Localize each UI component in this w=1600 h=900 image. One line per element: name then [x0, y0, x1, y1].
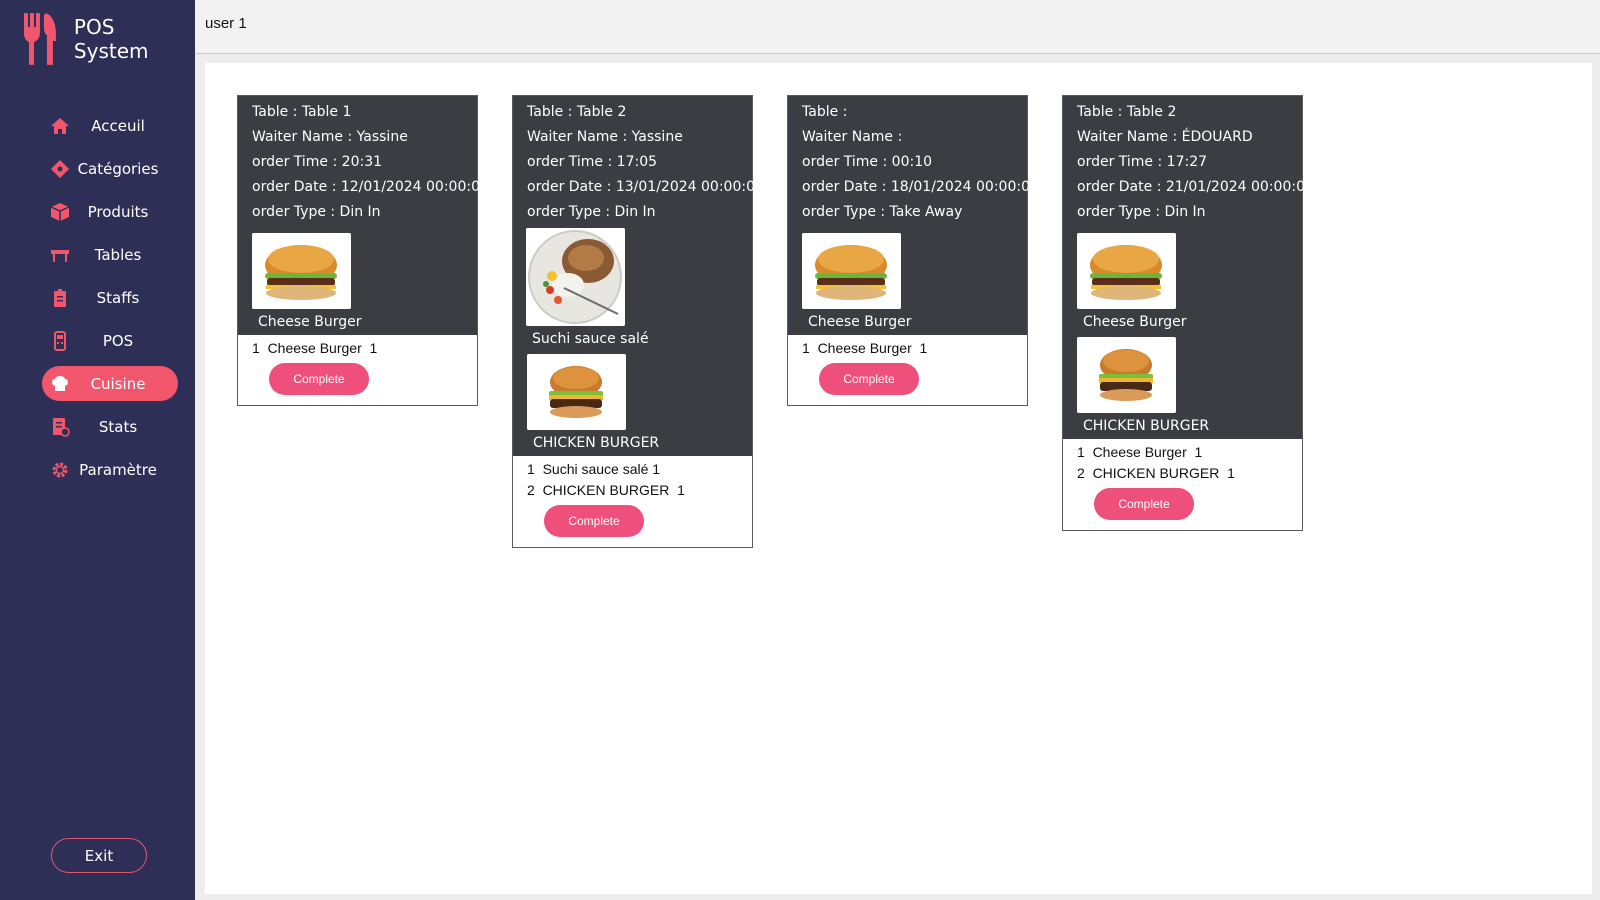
order-waiter: Waiter Name : ÉDOUARD — [1077, 129, 1253, 145]
sidebar-item-staffs[interactable]: Staffs — [42, 280, 178, 315]
report-icon — [53, 418, 70, 437]
order-dish: Cheese Burger — [1077, 228, 1302, 335]
dish-name: Cheese Burger — [1083, 314, 1187, 330]
suchi-plate-image — [526, 228, 625, 326]
order-time: order Time : 20:31 — [252, 154, 383, 170]
order-dish: CHICKEN BURGER — [1077, 335, 1302, 439]
dish-name: Suchi sauce salé — [532, 331, 649, 347]
badge-icon — [54, 289, 66, 307]
order-card: Table : Waiter Name : order Time : 00:10… — [787, 95, 1039, 406]
order-waiter: Waiter Name : Yassine — [527, 129, 683, 145]
order-card-header: Table : Waiter Name : order Time : 00:10… — [788, 96, 1039, 335]
home-icon — [51, 118, 69, 134]
fork-knife-logo-icon — [23, 13, 56, 65]
top-bar: user 1 — [195, 0, 1600, 54]
sidebar-item-cuisine[interactable]: Cuisine — [42, 366, 178, 401]
order-table: Table : — [802, 104, 848, 120]
order-dish: Cheese Burger — [802, 228, 1027, 335]
complete-button[interactable]: Complete — [269, 363, 369, 395]
complete-button[interactable]: Complete — [544, 505, 644, 537]
box-icon — [50, 203, 70, 221]
dish-name: CHICKEN BURGER — [533, 435, 660, 451]
tag-icon — [51, 160, 69, 178]
order-type: order Type : Din In — [1077, 204, 1206, 220]
order-dish: Suchi sauce salé — [526, 228, 752, 352]
order-card-header: Table : Table 2 Waiter Name : Yassine or… — [513, 96, 764, 456]
complete-button[interactable]: Complete — [819, 363, 919, 395]
chicken-burger-image — [527, 354, 626, 430]
order-time: order Time : 17:05 — [527, 154, 658, 170]
order-card-header: Table : Table 2 Waiter Name : ÉDOUARD or… — [1063, 96, 1314, 439]
current-user-label: user 1 — [205, 15, 247, 32]
order-item-line: 1 Cheese Burger 1 — [802, 340, 928, 356]
dish-name: Cheese Burger — [808, 314, 912, 330]
order-items: 1 Cheese Burger 1 Complete — [788, 335, 1027, 405]
cheese-burger-image — [252, 233, 351, 309]
order-dish: CHICKEN BURGER — [527, 352, 752, 456]
order-item-line: 1 Suchi sauce salé 1 — [527, 461, 661, 477]
order-item-line: 1 Cheese Burger 1 — [252, 340, 378, 356]
kitchen-orders-panel: Table : Table 1 Waiter Name : Yassine or… — [205, 63, 1592, 894]
order-waiter: Waiter Name : Yassine — [252, 129, 408, 145]
chef-hat-icon — [52, 376, 68, 391]
order-card: Table : Table 1 Waiter Name : Yassine or… — [237, 95, 489, 406]
order-item-line: 2 CHICKEN BURGER 1 — [527, 482, 685, 498]
order-items: 1 Suchi sauce salé 1 2 CHICKEN BURGER 1 … — [513, 456, 752, 547]
sidebar-item-stats[interactable]: Stats — [42, 409, 178, 444]
sidebar-item-produits[interactable]: Produits — [42, 194, 178, 229]
order-table: Table : Table 2 — [527, 104, 627, 120]
order-items: 1 Cheese Burger 1 Complete — [238, 335, 477, 405]
table-icon — [51, 250, 69, 262]
order-type: order Type : Din In — [252, 204, 381, 220]
cheese-burger-image — [1077, 233, 1176, 309]
order-items: 1 Cheese Burger 1 2 CHICKEN BURGER 1 Com… — [1063, 439, 1302, 530]
order-date: order Date : 18/01/2024 00:00:00 — [802, 179, 1039, 195]
order-table: Table : Table 1 — [252, 104, 352, 120]
sidebar-item-tables[interactable]: Tables — [42, 237, 178, 272]
order-date: order Date : 12/01/2024 00:00:00 — [252, 179, 489, 195]
order-waiter: Waiter Name : — [802, 129, 903, 145]
order-dish: Cheese Burger — [252, 228, 477, 335]
order-date: order Date : 13/01/2024 00:00:00 — [527, 179, 764, 195]
complete-button[interactable]: Complete — [1094, 488, 1194, 520]
order-type: order Type : Take Away — [802, 204, 963, 220]
order-table: Table : Table 2 — [1077, 104, 1177, 120]
order-card: Table : Table 2 Waiter Name : ÉDOUARD or… — [1062, 95, 1314, 531]
order-card-header: Table : Table 1 Waiter Name : Yassine or… — [238, 96, 489, 335]
order-card: Table : Table 2 Waiter Name : Yassine or… — [512, 95, 764, 548]
sidebar-item-parametre[interactable]: Paramètre — [42, 452, 178, 487]
exit-button[interactable]: Exit — [51, 838, 147, 873]
brand: POS System — [22, 10, 195, 68]
sidebar: POS System Acceuil Catégories Produits T… — [0, 0, 195, 900]
order-type: order Type : Din In — [527, 204, 656, 220]
order-time: order Time : 17:27 — [1077, 154, 1208, 170]
order-time: order Time : 00:10 — [802, 154, 933, 170]
sidebar-item-pos[interactable]: POS — [42, 323, 178, 358]
order-date: order Date : 21/01/2024 00:00:00 — [1077, 179, 1314, 195]
chicken-burger-image — [1077, 337, 1176, 413]
dish-name: Cheese Burger — [258, 314, 362, 330]
order-item-line: 2 CHICKEN BURGER 1 — [1077, 465, 1235, 481]
dish-name: CHICKEN BURGER — [1083, 418, 1210, 434]
app-title: POS System — [73, 15, 149, 63]
sidebar-item-categories[interactable]: Catégories — [42, 151, 178, 186]
pos-terminal-icon — [54, 331, 66, 351]
cheese-burger-image — [802, 233, 901, 309]
gear-icon — [52, 462, 68, 478]
order-item-line: 1 Cheese Burger 1 — [1077, 444, 1203, 460]
sidebar-nav: Acceuil Catégories Produits Tables Staff… — [42, 108, 178, 495]
sidebar-item-acceuil[interactable]: Acceuil — [42, 108, 178, 143]
